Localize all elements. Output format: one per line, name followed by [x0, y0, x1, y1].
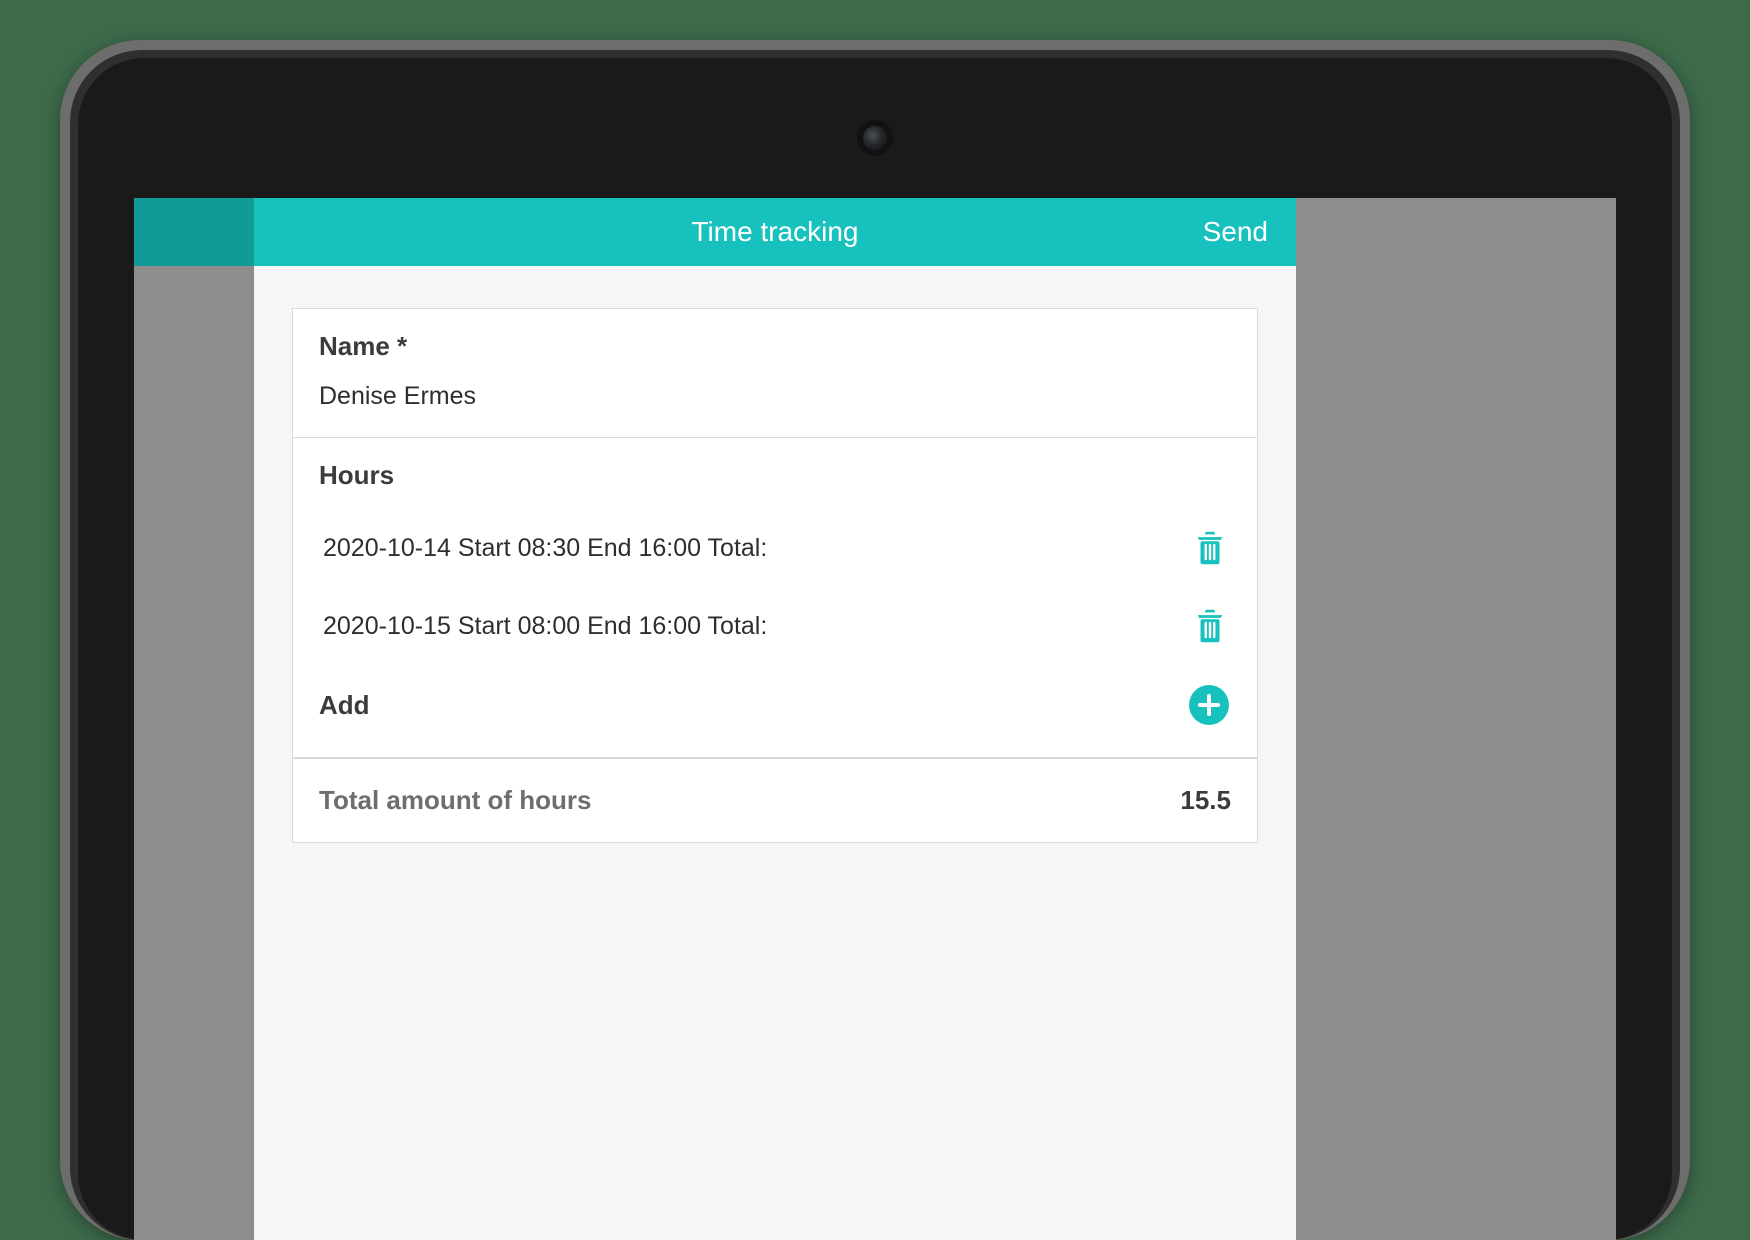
name-section[interactable]: Name * Denise Ermes	[293, 309, 1257, 438]
name-value: Denise Ermes	[319, 382, 1231, 411]
form-area: Name * Denise Ermes Hours 2020-10-14 Sta…	[254, 266, 1296, 1240]
trash-icon	[1193, 529, 1227, 567]
page-title: Time tracking	[254, 216, 1296, 248]
hours-section: Hours 2020-10-14 Start 08:30 End 16:00 T…	[293, 438, 1257, 758]
add-entry-button[interactable]	[1189, 685, 1229, 725]
add-label: Add	[319, 690, 370, 721]
total-label: Total amount of hours	[319, 785, 592, 816]
hours-entry[interactable]: 2020-10-15 Start 08:00 End 16:00 Total:	[319, 597, 1231, 655]
tablet-camera	[863, 126, 887, 150]
tablet-screen: Time tracking Send Name * Denise Ermes	[134, 198, 1616, 1240]
delete-entry-button[interactable]	[1193, 529, 1227, 567]
hours-entry[interactable]: 2020-10-14 Start 08:30 End 16:00 Total:	[319, 519, 1231, 577]
header-back-area[interactable]	[134, 198, 254, 266]
header-gutter-right	[1296, 198, 1616, 266]
plus-icon	[1189, 685, 1229, 725]
body-gutter-left	[134, 266, 254, 1240]
tablet-frame-outer: Time tracking Send Name * Denise Ermes	[60, 40, 1690, 1240]
trash-icon	[1193, 607, 1227, 645]
app-header: Time tracking Send	[254, 198, 1296, 266]
hours-entry-text: 2020-10-14 Start 08:30 End 16:00 Total:	[323, 534, 767, 563]
hours-label: Hours	[319, 460, 1231, 491]
name-label: Name *	[319, 331, 1231, 362]
tablet-frame-inner: Time tracking Send Name * Denise Ermes	[78, 58, 1672, 1240]
tablet-frame-mid: Time tracking Send Name * Denise Ermes	[70, 50, 1680, 1240]
total-hours-row: Total amount of hours 15.5	[293, 758, 1257, 842]
form-card: Name * Denise Ermes Hours 2020-10-14 Sta…	[292, 308, 1258, 843]
body-gutter-right	[1296, 266, 1616, 1240]
delete-entry-button[interactable]	[1193, 607, 1227, 645]
total-value: 15.5	[1180, 785, 1231, 816]
add-entry-row[interactable]: Add	[319, 675, 1231, 731]
hours-entry-text: 2020-10-15 Start 08:00 End 16:00 Total:	[323, 612, 767, 641]
